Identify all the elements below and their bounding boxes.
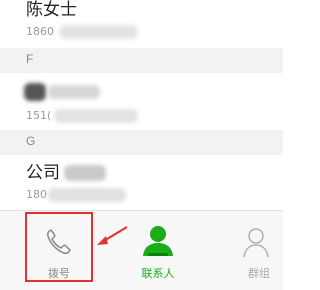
contact-row[interactable]: 陈女士 1860 (0, 0, 283, 48)
tab-label: 群组 (248, 267, 270, 280)
contact-name: 公司 (26, 163, 60, 183)
section-header-f: F (0, 48, 283, 73)
arrow-icon (97, 226, 128, 245)
redacted-number-blur (54, 109, 138, 123)
group-icon (243, 228, 269, 258)
contact-name: 陈女士 (26, 0, 77, 20)
contact-number: 151( (26, 109, 52, 122)
contact-number: 180 (26, 188, 47, 201)
redacted-name-blur (48, 85, 100, 99)
redacted-name-blur (64, 165, 106, 181)
section-letter: G (26, 134, 36, 148)
section-header-g: G (0, 130, 283, 155)
redacted-number-blur (48, 188, 126, 202)
section-letter: F (26, 52, 34, 66)
tab-label: 联系人 (141, 267, 175, 280)
highlight-box (25, 212, 93, 282)
redacted-number-blur (60, 25, 138, 39)
person-icon (143, 226, 173, 256)
contact-row[interactable]: 公司 180 (0, 155, 283, 210)
contact-number: 1860 (26, 25, 54, 38)
tab-groups[interactable]: 群组 (230, 211, 283, 290)
redacted-name-blur (24, 83, 46, 101)
contact-row[interactable]: 151( (0, 73, 283, 128)
